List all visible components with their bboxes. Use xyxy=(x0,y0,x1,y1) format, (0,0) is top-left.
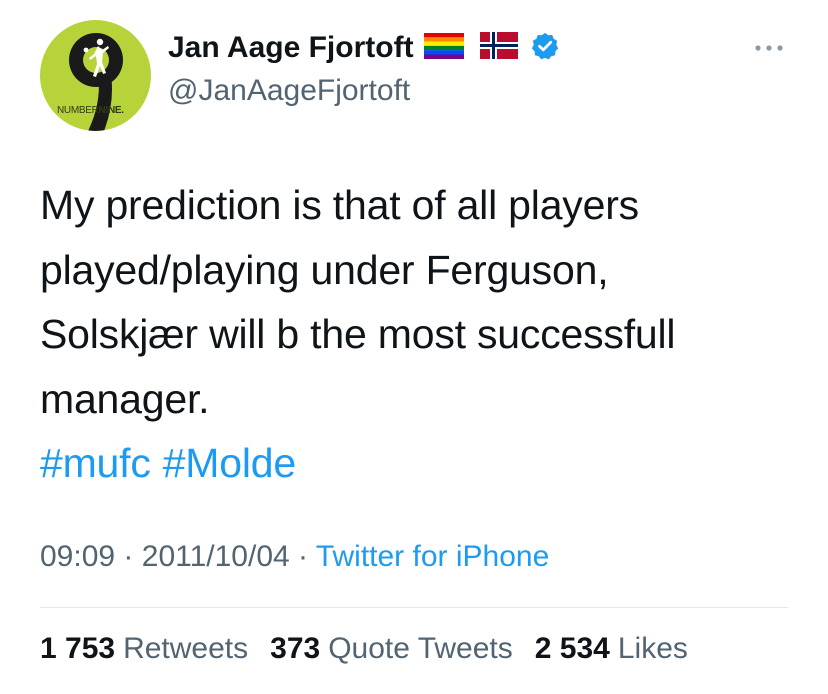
quote-tweets-count: 373 xyxy=(270,632,321,665)
tweet-card: NUMBERNINE. Jan Aage Fjortoft @JanAageFj… xyxy=(0,0,828,694)
verified-badge-icon xyxy=(530,31,560,66)
meta-separator: · xyxy=(123,540,134,573)
avatar[interactable]: NUMBERNINE. xyxy=(40,20,151,131)
tweet-line: played/playing under Ferguson, xyxy=(40,246,609,293)
display-name[interactable]: Jan Aage Fjortoft xyxy=(168,31,414,65)
divider xyxy=(40,607,788,608)
quote-tweets-stat[interactable]: 373 Quote Tweets xyxy=(270,632,513,666)
tweet-text: My prediction is that of all players pla… xyxy=(40,173,800,496)
likes-label: Likes xyxy=(617,632,688,665)
likes-stat[interactable]: 2 534 Likes xyxy=(535,632,688,666)
tweet-time[interactable]: 09:09 xyxy=(40,540,115,573)
hashtag-link[interactable]: #mufc xyxy=(40,440,151,486)
retweets-stat[interactable]: 1 753 Retweets xyxy=(40,632,248,666)
tweet-line: manager. xyxy=(40,375,210,422)
retweets-count: 1 753 xyxy=(40,632,116,665)
norway-flag-icon xyxy=(479,32,518,64)
user-handle[interactable]: @JanAageFjortoft xyxy=(168,74,410,108)
likes-count: 2 534 xyxy=(534,632,610,665)
avatar-brand-text: NUMBERNINE. xyxy=(57,105,124,116)
tweet-meta: 09:09 · 2011/10/04 · Twitter for iPhone xyxy=(40,540,549,574)
display-name-row: Jan Aage Fjortoft xyxy=(168,28,560,68)
tweet-line: My prediction is that of all players xyxy=(40,182,639,228)
more-options-icon[interactable] xyxy=(754,40,784,56)
rainbow-flag-icon xyxy=(423,32,464,64)
tweet-source-link[interactable]: Twitter for iPhone xyxy=(316,540,549,573)
hashtags: #mufc #Molde xyxy=(40,431,800,496)
quote-tweets-label: Quote Tweets xyxy=(328,632,513,665)
hashtag-link[interactable]: #Molde xyxy=(163,440,296,486)
engagement-stats: 1 753 Retweets 373 Quote Tweets 2 534 Li… xyxy=(40,632,710,666)
meta-separator: · xyxy=(298,540,309,573)
tweet-date[interactable]: 2011/10/04 xyxy=(142,540,290,573)
retweets-label: Retweets xyxy=(123,632,249,665)
tweet-line: Solskjær will b the most successfull xyxy=(40,311,676,357)
